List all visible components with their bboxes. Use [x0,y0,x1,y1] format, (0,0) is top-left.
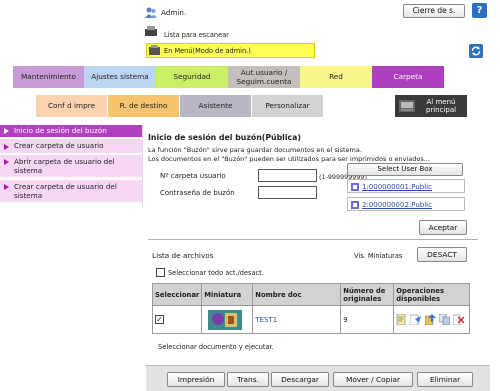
arrow-icon [4,144,9,150]
box-link[interactable]: 1:000000001:Public [362,183,432,191]
thumbnail-view-label: Vis. Miniaturas [354,252,403,260]
download-doc-icon[interactable] [424,314,436,325]
folder-number-input[interactable] [258,169,317,182]
refresh-icon[interactable] [469,44,483,58]
help-icon[interactable]: ? [472,3,487,18]
col-thumbnail: Miniatura [201,283,254,306]
delete-button[interactable]: Eliminar [417,372,473,387]
box-link[interactable]: 2:000000002:Public [362,201,432,209]
sidebar: Inicio de sesión del buzón Crear carpeta… [0,122,143,206]
print-doc-icon[interactable] [396,314,407,325]
tab-maintenance[interactable]: Mantenimiento [13,66,84,88]
page-title: Inicio de sesión del buzón(Pública) [148,133,301,142]
tab-wizard[interactable]: Asistente [180,95,251,117]
document-thumbnail[interactable] [208,309,243,330]
select-all-checkbox[interactable] [156,268,165,277]
tab-store-address[interactable]: R. de destino [108,95,179,117]
tab-print-settings[interactable]: Conf d impre [36,95,107,117]
sidebar-item-open-system-folder[interactable]: Abrir carpeta de usuario del sistema [0,155,142,177]
delete-doc-icon[interactable] [452,314,464,325]
main-menu-label: Al menú principal [425,98,457,114]
scanner-icon [145,26,157,36]
thumbnail-toggle-button[interactable]: DESACT [417,247,467,262]
move-copy-doc-icon[interactable] [438,314,450,325]
home-icon [399,100,415,112]
send-button[interactable]: Trans. [227,372,269,387]
divider [148,239,478,240]
col-originals: Número de originales [340,283,395,306]
tab-system-settings[interactable]: Ajustes sistema [84,66,156,88]
select-all-label: Seleccionar todo act./desact. [168,269,264,277]
password-input[interactable] [258,186,317,199]
file-list-hint: Seleccionar documento y ejecutar. [158,343,274,351]
row-checkbox[interactable]: ✓ [155,315,164,324]
user-icon [145,7,157,18]
originals-count: 9 [340,305,395,334]
box-icon [351,201,359,209]
tab-network[interactable]: Red [300,66,372,88]
box-item[interactable]: 1:000000001:Public [347,179,465,193]
col-operations: Operaciones disponibles [393,283,470,306]
sidebar-item-create-folder[interactable]: Crear carpeta de usuario [0,139,142,153]
password-label: Contraseña de buzón [160,189,235,197]
scanner-status: Lista para escanear [164,31,229,39]
main-menu-button[interactable]: Al menú principal [395,95,467,117]
file-list-title: Lista de archivos [152,251,214,260]
tab-user-auth[interactable]: Aut.usuario / Seguim.cuenta [228,66,300,88]
folder-number-label: Nº carpeta usuario [160,172,226,180]
admin-mode-icon [149,45,160,55]
accept-button[interactable]: Aceptar [419,220,467,235]
mode-status-text: En Menú(Modo de admin.) [164,47,251,55]
file-table: Seleccionar Miniatura Nombre doc Número … [151,283,470,334]
web-connection-page: Admin. Cierre de s. ? Lista para escanea… [0,0,500,391]
box-icon [351,183,359,191]
table-row[interactable]: ✓ TEST1 9 [151,305,470,334]
arrow-icon [4,128,9,134]
sidebar-item-box-login[interactable]: Inicio de sesión del buzón [0,125,142,137]
box-item[interactable]: 2:000000002:Public [347,197,465,211]
col-select: Seleccionar [151,283,203,306]
tab-customize[interactable]: Personalizar [252,95,323,117]
table-header-row: Seleccionar Miniatura Nombre doc Número … [151,283,470,306]
move-copy-button[interactable]: Mover / Copiar [333,372,413,387]
username: Admin. [161,8,187,17]
print-button[interactable]: Impresión [167,372,225,387]
sidebar-item-create-system-folder[interactable]: Crear carpeta de usuario del sistema [0,180,142,202]
col-doc-name: Nombre doc [252,283,342,306]
download-button[interactable]: Descargar [271,372,329,387]
tab-security[interactable]: Seguridad [156,66,228,88]
arrow-icon [4,159,9,165]
send-doc-icon[interactable] [410,314,422,325]
description: La función "Buzón" sirve para guardar do… [148,146,430,163]
logout-button[interactable]: Cierre de s. [403,4,465,18]
select-user-box-button[interactable]: Select User Box [347,163,463,176]
document-name-link[interactable]: TEST1 [255,316,277,324]
tab-box[interactable]: Carpeta [372,66,444,88]
arrow-icon [4,184,9,190]
